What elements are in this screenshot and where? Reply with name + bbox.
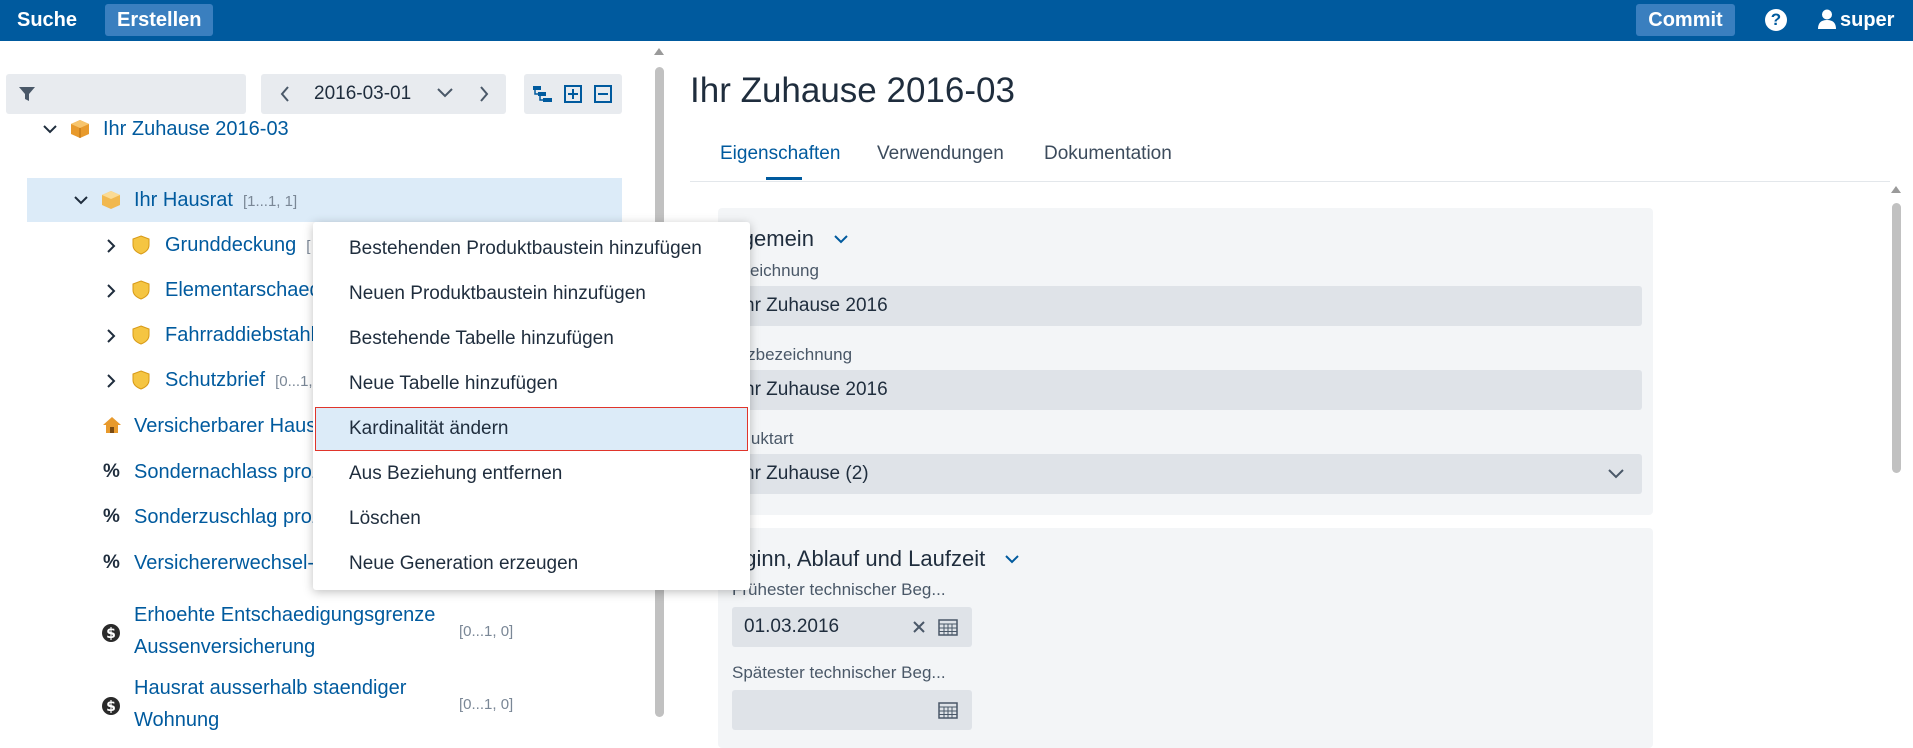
cardinality-label: [0...1, xyxy=(275,373,313,390)
tree-node-selected[interactable]: Ihr Hausrat [1...1, 1] xyxy=(27,178,622,222)
percent-icon: % xyxy=(103,461,120,482)
commit-button[interactable]: Commit xyxy=(1636,4,1735,36)
tree-node-label: Ihr Zuhause 2016-03 xyxy=(103,118,289,140)
field-label: Spätester technischer Beg... xyxy=(732,663,946,682)
product-box-icon xyxy=(71,120,89,138)
house-icon xyxy=(103,417,121,433)
tree-node-label: Sonderzuschlag proz xyxy=(134,506,322,528)
user-icon xyxy=(1818,9,1836,29)
chevron-down-icon[interactable] xyxy=(437,86,453,98)
dollar-icon: $ xyxy=(102,624,120,642)
percent-icon: % xyxy=(103,552,120,573)
help-icon[interactable]: ? xyxy=(1765,9,1787,31)
earliest-start-date-field[interactable]: 01.03.2016 xyxy=(732,607,972,647)
select-value: hr Zuhause (2) xyxy=(744,463,869,484)
tree-node-label: Schutzbrief xyxy=(165,369,266,391)
tree-node-label: Hausrat ausserhalb staendiger xyxy=(134,677,407,699)
chevron-right-icon[interactable] xyxy=(105,329,117,343)
tree-node-label: Wohnung xyxy=(134,709,220,731)
nav-create[interactable]: Erstellen xyxy=(105,4,214,36)
designation-field[interactable]: hr Zuhause 2016 xyxy=(732,286,1642,326)
chevron-right-icon[interactable] xyxy=(105,239,117,253)
tree-node[interactable]: Ihr Zuhause 2016-03 xyxy=(0,107,622,151)
tree-structure-icon[interactable] xyxy=(532,85,554,103)
calendar-icon[interactable] xyxy=(938,618,958,636)
cardinality-label: [1...1, 1] xyxy=(242,193,298,210)
detail-panel: Ihr Zuhause 2016-03 Eigenschaften Verwen… xyxy=(676,41,1913,748)
field-label: urzbezeichnung xyxy=(732,345,853,364)
top-bar: Suche Erstellen Commit ? super xyxy=(0,0,1913,41)
chevron-right-icon[interactable] xyxy=(105,284,117,298)
filter-input[interactable] xyxy=(46,80,240,110)
tree-node-label: Versichererwechsel-I xyxy=(134,552,320,574)
tab-documentation[interactable]: Dokumentation xyxy=(1044,143,1172,165)
shield-icon xyxy=(132,235,150,255)
expand-all-icon[interactable] xyxy=(564,85,582,103)
tab-properties[interactable]: Eigenschaften xyxy=(720,143,840,165)
detail-scrollbar[interactable] xyxy=(1889,185,1903,745)
cardinality-label: [ xyxy=(306,238,311,255)
user-name: super xyxy=(1840,9,1895,31)
latest-start-date-field[interactable] xyxy=(732,690,972,730)
menu-add-new-table[interactable]: Neue Tabelle hinzufügen xyxy=(315,362,748,406)
context-menu: Bestehenden Produktbaustein hinzufügen N… xyxy=(313,222,750,590)
tree-node[interactable]: $ Erhoehte Entschaedigungsgrenze Aussenv… xyxy=(0,599,622,667)
menu-change-cardinality[interactable]: Kardinalität ändern xyxy=(315,407,748,451)
scroll-up-icon[interactable] xyxy=(654,47,664,55)
tree-node[interactable]: $ Hausrat ausserhalb staendiger Wohnung … xyxy=(0,672,622,740)
tabs-divider xyxy=(690,181,1890,182)
product-box-icon xyxy=(102,191,120,209)
menu-add-existing-table[interactable]: Bestehende Tabelle hinzufügen xyxy=(315,317,748,361)
cardinality-label: [0...1, 0] xyxy=(459,623,514,640)
section-general: llgemein ezeichnung hr Zuhause 2016 urzb… xyxy=(718,208,1653,515)
menu-new-generation[interactable]: Neue Generation erzeugen xyxy=(315,542,748,586)
shield-icon xyxy=(132,325,150,345)
tree-node-label: Erhoehte Entschaedigungsgrenze xyxy=(134,604,436,626)
page-title: Ihr Zuhause 2016-03 xyxy=(690,71,1015,110)
section-title[interactable]: eginn, Ablauf und Laufzeit xyxy=(732,546,1020,572)
tree-node-label: Ihr Hausrat xyxy=(134,189,233,211)
collapse-all-icon[interactable] xyxy=(594,85,612,103)
cardinality-label: [0...1, 0] xyxy=(459,696,514,713)
nav-search[interactable]: Suche xyxy=(5,4,89,36)
chevron-down-icon[interactable] xyxy=(1608,468,1624,480)
shield-icon xyxy=(132,280,150,300)
dollar-icon: $ xyxy=(102,697,120,715)
calendar-icon[interactable] xyxy=(938,701,958,719)
menu-remove-from-relation[interactable]: Aus Beziehung entfernen xyxy=(315,452,748,496)
clear-icon[interactable] xyxy=(912,620,926,634)
menu-delete[interactable]: Löschen xyxy=(315,497,748,541)
tree-node-label: Versicherbarer Haus xyxy=(134,415,317,437)
chevron-down-icon[interactable] xyxy=(1005,554,1020,564)
tab-usages[interactable]: Verwendungen xyxy=(877,143,1004,165)
tree-node-label: Fahrraddiebstahl xyxy=(165,324,316,346)
chevron-down-icon[interactable] xyxy=(43,123,57,135)
field-label: Frühester technischer Beg... xyxy=(732,580,946,599)
menu-add-new-component[interactable]: Neuen Produktbaustein hinzufügen xyxy=(315,272,748,316)
scrollbar-thumb[interactable] xyxy=(1892,203,1901,473)
tree-node-label: Elementarschaed xyxy=(165,279,321,301)
tree-node-label: Aussenversicherung xyxy=(134,636,316,658)
chevron-down-icon[interactable] xyxy=(834,234,848,244)
svg-text:$: $ xyxy=(106,699,116,715)
chevron-right-icon[interactable] xyxy=(105,374,117,388)
active-tab-indicator xyxy=(766,177,802,180)
percent-icon: % xyxy=(103,506,120,527)
tree-node-label: Sondernachlass proz xyxy=(134,461,322,483)
section-term: eginn, Ablauf und Laufzeit Frühester tec… xyxy=(718,528,1653,748)
svg-text:$: $ xyxy=(106,626,116,642)
chevron-right-icon[interactable] xyxy=(478,86,490,102)
date-value: 01.03.2016 xyxy=(744,616,840,637)
date-label: 2016-03-01 xyxy=(314,83,412,104)
filter-icon xyxy=(19,87,35,101)
shield-icon xyxy=(132,370,150,390)
chevron-left-icon[interactable] xyxy=(279,86,291,102)
chevron-down-icon[interactable] xyxy=(74,194,88,206)
scroll-up-icon[interactable] xyxy=(1891,185,1901,193)
short-designation-field[interactable]: hr Zuhause 2016 xyxy=(732,370,1642,410)
tree-node-label: Grunddeckung xyxy=(165,234,297,256)
user-menu[interactable]: super xyxy=(1818,4,1894,36)
product-type-select[interactable]: hr Zuhause (2) xyxy=(732,454,1642,494)
menu-add-existing-component[interactable]: Bestehenden Produktbaustein hinzufügen xyxy=(315,227,748,271)
